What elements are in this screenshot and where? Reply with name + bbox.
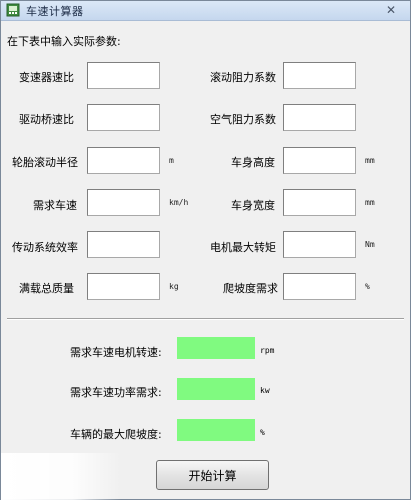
close-icon: ✕ bbox=[385, 3, 397, 17]
label-gearbox-ratio: 变速器速比 bbox=[19, 71, 74, 84]
title-bar: 车速计算器 ✕ bbox=[1, 1, 410, 21]
label-required-speed: 需求车速 bbox=[33, 199, 77, 212]
input-tire-radius[interactable] bbox=[87, 147, 160, 174]
unit-max-torque: Nm bbox=[365, 240, 375, 249]
label-body-height: 车身高度 bbox=[231, 156, 275, 169]
label-tire-radius: 轮胎滚动半径 bbox=[12, 156, 78, 169]
input-grade-requirement[interactable] bbox=[283, 273, 356, 300]
input-gross-mass[interactable] bbox=[87, 273, 160, 300]
unit-gross-mass: kg bbox=[169, 282, 179, 291]
unit-tire-radius: m bbox=[169, 156, 174, 165]
calculator-window: 车速计算器 ✕ 在下表中输入实际参数: 变速器速比 驱动桥速比 轮胎滚动半径 m… bbox=[0, 0, 411, 501]
result-output-motor-speed bbox=[177, 337, 255, 359]
unit-body-width: mm bbox=[365, 198, 375, 207]
result-label-power: 需求车速功率需求: bbox=[70, 386, 162, 399]
input-body-height[interactable] bbox=[283, 147, 356, 174]
unit-required-speed: km/h bbox=[169, 198, 189, 207]
label-axle-ratio: 驱动桥速比 bbox=[19, 113, 74, 126]
label-body-width: 车身宽度 bbox=[231, 199, 275, 212]
result-output-max-grade bbox=[177, 419, 255, 441]
input-required-speed[interactable] bbox=[87, 189, 160, 216]
input-drivetrain-efficiency[interactable] bbox=[87, 231, 160, 258]
input-rolling-resistance[interactable] bbox=[283, 62, 356, 89]
input-axle-ratio[interactable] bbox=[87, 104, 160, 131]
label-air-drag: 空气阻力系数 bbox=[210, 113, 276, 126]
result-unit-max-grade: % bbox=[260, 428, 265, 437]
glare-overlay bbox=[1, 453, 121, 501]
label-rolling-resistance: 滚动阻力系数 bbox=[210, 71, 276, 84]
result-output-power bbox=[177, 378, 255, 400]
unit-body-height: mm bbox=[365, 156, 375, 165]
section-divider bbox=[7, 318, 404, 320]
window-title: 车速计算器 bbox=[26, 5, 84, 18]
close-button[interactable]: ✕ bbox=[377, 2, 405, 18]
start-calculation-button[interactable]: 开始计算 bbox=[156, 460, 269, 490]
label-drivetrain-efficiency: 传动系统效率 bbox=[12, 241, 78, 254]
input-body-width[interactable] bbox=[283, 189, 356, 216]
input-gearbox-ratio[interactable] bbox=[87, 62, 160, 89]
app-icon bbox=[6, 3, 20, 17]
label-grade-requirement: 爬坡度需求 bbox=[223, 282, 278, 295]
result-unit-power: kw bbox=[260, 386, 270, 395]
label-gross-mass: 满载总质量 bbox=[19, 282, 74, 295]
instruction-text: 在下表中输入实际参数: bbox=[7, 35, 121, 48]
label-max-torque: 电机最大转矩 bbox=[210, 241, 276, 254]
input-air-drag[interactable] bbox=[283, 104, 356, 131]
result-label-max-grade: 车辆的最大爬坡度: bbox=[70, 428, 162, 441]
result-unit-motor-speed: rpm bbox=[260, 346, 275, 355]
result-label-motor-speed: 需求车速电机转速: bbox=[70, 346, 162, 359]
input-max-torque[interactable] bbox=[283, 231, 356, 258]
unit-grade-requirement: % bbox=[365, 282, 370, 291]
